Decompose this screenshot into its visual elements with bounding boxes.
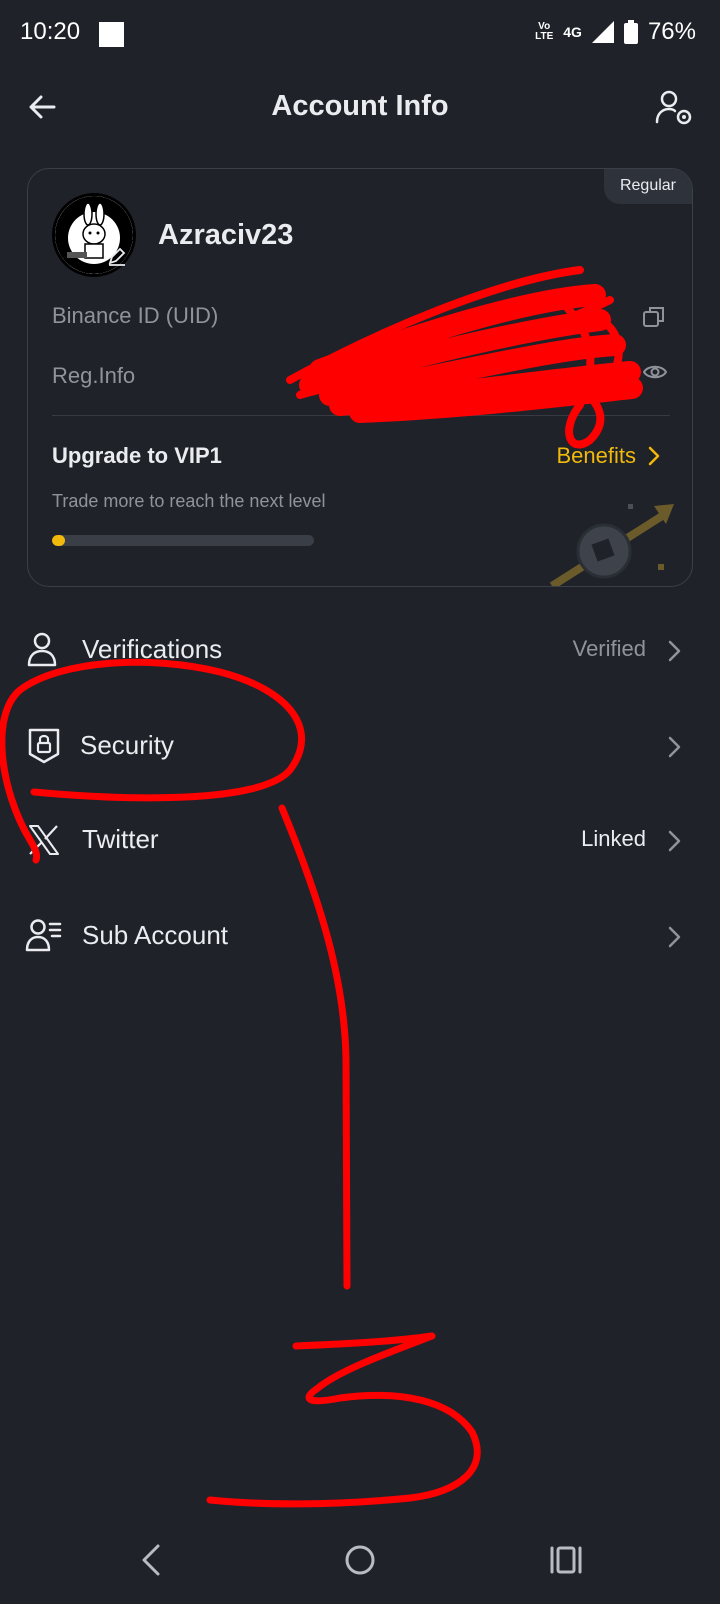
menu-item-twitter[interactable]: Twitter Linked bbox=[0, 806, 720, 876]
copy-icon[interactable] bbox=[642, 305, 666, 329]
benefits-label: Benefits bbox=[556, 443, 637, 468]
menu-item-security[interactable]: Security bbox=[0, 712, 720, 782]
chevron-right-icon bbox=[668, 736, 681, 758]
signal-icon bbox=[591, 21, 614, 43]
eye-icon[interactable] bbox=[642, 361, 668, 383]
security-label: Security bbox=[80, 730, 174, 760]
vip-progress-fill bbox=[52, 535, 66, 546]
vip-progress-bar bbox=[52, 535, 314, 546]
menu-item-verifications[interactable]: Verifications Verified bbox=[0, 616, 720, 686]
chevron-right-icon bbox=[668, 640, 681, 662]
chevron-right-icon bbox=[648, 446, 660, 466]
twitter-status: Linked bbox=[581, 826, 646, 851]
sub-account-label: Sub Account bbox=[82, 920, 228, 950]
user-settings-icon[interactable] bbox=[654, 88, 694, 128]
benefits-link[interactable]: Benefits bbox=[557, 443, 661, 469]
status-icons: Vo LTE 4G 76% bbox=[535, 18, 696, 46]
username: Azraciv23 bbox=[158, 219, 294, 251]
user-list-icon bbox=[25, 919, 62, 952]
vip-upgrade-title: Upgrade to VIP1 bbox=[52, 443, 222, 468]
chevron-right-icon bbox=[668, 830, 681, 852]
nav-back-icon[interactable] bbox=[132, 1540, 172, 1580]
coin-arrow-illustration-icon bbox=[549, 504, 674, 586]
verifications-label: Verifications bbox=[82, 634, 223, 664]
edit-pencil-icon[interactable] bbox=[106, 245, 128, 267]
chevron-right-icon bbox=[668, 926, 681, 948]
shield-lock-icon bbox=[28, 728, 60, 764]
tier-badge: Regular bbox=[603, 169, 692, 204]
twitter-label: Twitter bbox=[82, 824, 159, 854]
verifications-status: Verified bbox=[572, 636, 646, 661]
page-title: Account Info bbox=[271, 90, 449, 122]
nav-recents-icon[interactable] bbox=[546, 1540, 586, 1580]
battery-percent: 76% bbox=[647, 18, 696, 45]
reg-info-label: Reg.Info bbox=[52, 363, 136, 388]
volte-icon: Vo LTE bbox=[535, 22, 553, 42]
user-icon bbox=[27, 632, 57, 667]
volte-bottom-text: LTE bbox=[535, 31, 554, 42]
status-time: 10:20 bbox=[20, 18, 81, 45]
battery-icon bbox=[623, 20, 638, 44]
nav-home-icon[interactable] bbox=[340, 1540, 380, 1580]
card-divider bbox=[52, 415, 670, 416]
vip-subtitle: Trade more to reach the next level bbox=[52, 491, 326, 511]
network-type: 4G bbox=[563, 24, 582, 40]
profile-card: Regular Azraciv23 Binance ID (UID) Reg.I… bbox=[27, 168, 693, 587]
x-logo-icon bbox=[29, 825, 59, 855]
uid-label: Binance ID (UID) bbox=[52, 303, 219, 328]
menu-item-sub-account[interactable]: Sub Account bbox=[0, 902, 720, 972]
notification-square-icon bbox=[99, 22, 124, 47]
